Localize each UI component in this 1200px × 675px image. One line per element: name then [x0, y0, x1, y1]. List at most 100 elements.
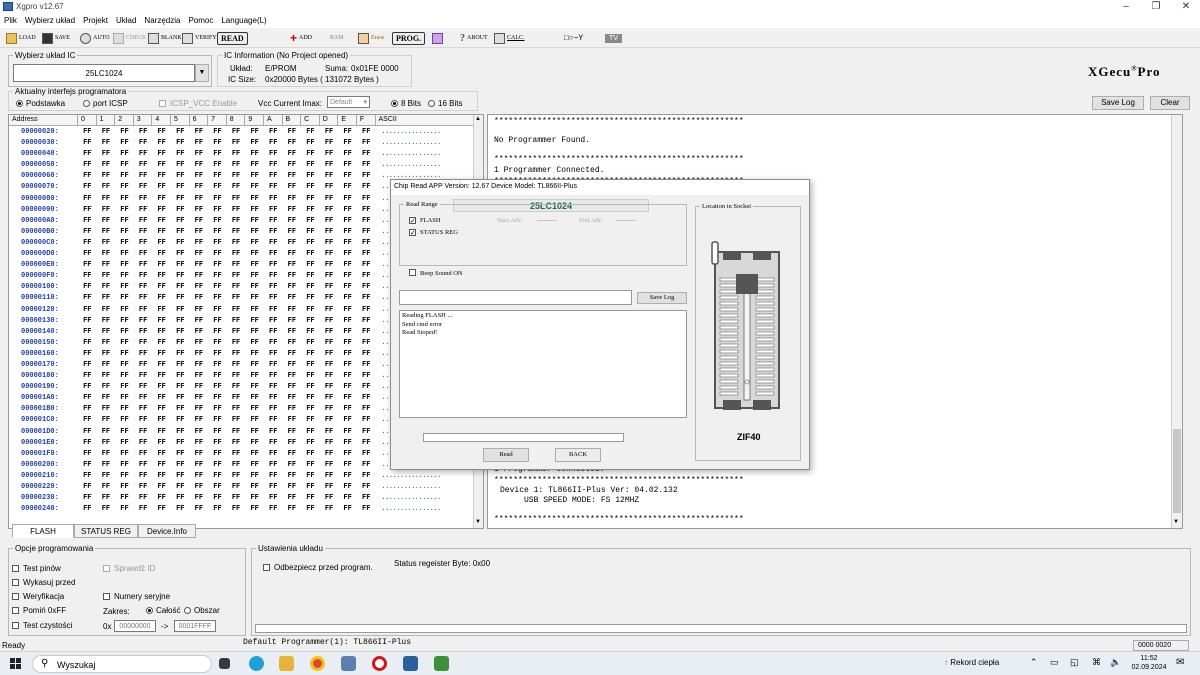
hex-byte[interactable]: FF: [171, 404, 190, 415]
hex-byte[interactable]: FF: [152, 182, 171, 193]
hex-byte[interactable]: FF: [301, 205, 320, 216]
hex-byte[interactable]: FF: [208, 449, 227, 460]
vcc-select[interactable]: Default ▾: [327, 96, 370, 108]
hex-byte[interactable]: FF: [171, 271, 190, 282]
hex-byte[interactable]: FF: [301, 282, 320, 293]
hex-byte[interactable]: FF: [227, 504, 246, 515]
hex-byte[interactable]: FF: [264, 482, 283, 493]
test-pinow-checkbox[interactable]: Test pinów: [12, 564, 61, 573]
hex-byte[interactable]: FF: [115, 260, 134, 271]
hex-byte[interactable]: FF: [208, 260, 227, 271]
hex-byte[interactable]: FF: [134, 349, 153, 360]
hex-byte[interactable]: FF: [357, 393, 376, 404]
hex-byte[interactable]: FF: [134, 271, 153, 282]
hex-byte[interactable]: FF: [227, 227, 246, 238]
hex-byte[interactable]: FF: [283, 349, 302, 360]
hex-byte[interactable]: FF: [283, 382, 302, 393]
hex-byte[interactable]: FF: [227, 415, 246, 426]
hex-byte[interactable]: FF: [357, 227, 376, 238]
hex-byte[interactable]: FF: [208, 382, 227, 393]
menu-language[interactable]: Language(L): [217, 14, 270, 27]
hex-byte[interactable]: FF: [227, 482, 246, 493]
hex-row[interactable]: 00000030: FF FF FF FF FF FF FF FF FF FF FF FF FF FF FF F…: [9, 138, 477, 149]
hex-byte[interactable]: FF: [283, 360, 302, 371]
hex-byte[interactable]: FF: [338, 338, 357, 349]
hex-byte[interactable]: FF: [171, 316, 190, 327]
hex-byte[interactable]: FF: [97, 282, 116, 293]
clear-button[interactable]: Clear: [1150, 96, 1190, 110]
hex-byte[interactable]: FF: [245, 293, 264, 304]
hex-byte[interactable]: FF: [264, 271, 283, 282]
hex-byte[interactable]: FF: [338, 471, 357, 482]
hex-byte[interactable]: FF: [190, 349, 209, 360]
hex-byte[interactable]: FF: [190, 327, 209, 338]
hex-byte[interactable]: FF: [245, 393, 264, 404]
hex-byte[interactable]: FF: [208, 415, 227, 426]
hex-byte[interactable]: FF: [78, 282, 97, 293]
hex-byte[interactable]: FF: [264, 227, 283, 238]
hex-byte[interactable]: FF: [134, 305, 153, 316]
hex-byte[interactable]: FF: [190, 449, 209, 460]
hex-byte[interactable]: FF: [190, 238, 209, 249]
hex-byte[interactable]: FF: [338, 316, 357, 327]
hex-byte[interactable]: FF: [320, 293, 339, 304]
range-from-input[interactable]: 00000000: [114, 620, 156, 632]
hex-byte[interactable]: FF: [301, 327, 320, 338]
hex-byte[interactable]: FF: [97, 460, 116, 471]
hex-byte[interactable]: FF: [357, 349, 376, 360]
hex-byte[interactable]: FF: [171, 327, 190, 338]
hex-byte[interactable]: FF: [301, 504, 320, 515]
hex-byte[interactable]: FF: [171, 449, 190, 460]
hex-byte[interactable]: FF: [208, 471, 227, 482]
hex-byte[interactable]: FF: [320, 493, 339, 504]
hex-byte[interactable]: FF: [320, 460, 339, 471]
hex-byte[interactable]: FF: [357, 327, 376, 338]
hex-byte[interactable]: FF: [320, 382, 339, 393]
hex-byte[interactable]: FF: [320, 360, 339, 371]
chip-button[interactable]: [432, 30, 443, 46]
hex-byte[interactable]: FF: [115, 138, 134, 149]
hex-byte[interactable]: FF: [171, 471, 190, 482]
hex-byte[interactable]: FF: [320, 271, 339, 282]
hex-byte[interactable]: FF: [97, 305, 116, 316]
hex-byte[interactable]: FF: [115, 349, 134, 360]
hex-byte[interactable]: FF: [152, 138, 171, 149]
hex-byte[interactable]: FF: [320, 227, 339, 238]
hex-byte[interactable]: FF: [338, 271, 357, 282]
hex-byte[interactable]: FF: [357, 482, 376, 493]
hex-byte[interactable]: FF: [190, 493, 209, 504]
log-scrollbar[interactable]: ▼: [1171, 115, 1182, 528]
hex-byte[interactable]: FF: [171, 293, 190, 304]
file-explorer-icon[interactable]: [279, 656, 294, 671]
hex-byte[interactable]: FF: [208, 271, 227, 282]
hex-byte[interactable]: FF: [190, 127, 209, 138]
hex-byte[interactable]: FF: [338, 216, 357, 227]
opera-icon[interactable]: [372, 656, 387, 671]
hex-byte[interactable]: FF: [357, 382, 376, 393]
weryfikacja-checkbox[interactable]: Weryfikacja: [12, 592, 64, 601]
hex-byte[interactable]: FF: [134, 282, 153, 293]
hex-byte[interactable]: FF: [264, 393, 283, 404]
hex-byte[interactable]: FF: [152, 482, 171, 493]
hex-byte[interactable]: FF: [115, 338, 134, 349]
hex-byte[interactable]: FF: [190, 271, 209, 282]
hex-byte[interactable]: FF: [97, 227, 116, 238]
bits8-radio[interactable]: 8 Bits: [391, 99, 421, 108]
hex-byte[interactable]: FF: [97, 171, 116, 182]
flash-checkbox[interactable]: ✓ FLASH: [409, 217, 441, 225]
hex-byte[interactable]: FF: [264, 338, 283, 349]
hex-byte[interactable]: FF: [171, 238, 190, 249]
load-button[interactable]: LOAD: [6, 30, 36, 46]
hex-byte[interactable]: FF: [320, 449, 339, 460]
hex-byte[interactable]: FF: [152, 293, 171, 304]
hex-byte[interactable]: FF: [171, 493, 190, 504]
hex-byte[interactable]: FF: [283, 404, 302, 415]
hex-byte[interactable]: FF: [78, 238, 97, 249]
hex-byte[interactable]: FF: [152, 149, 171, 160]
bits16-radio[interactable]: 16 Bits: [428, 99, 462, 108]
hex-byte[interactable]: FF: [283, 282, 302, 293]
hex-byte[interactable]: FF: [338, 127, 357, 138]
hex-byte[interactable]: FF: [78, 305, 97, 316]
hex-byte[interactable]: FF: [320, 316, 339, 327]
hex-byte[interactable]: FF: [357, 282, 376, 293]
